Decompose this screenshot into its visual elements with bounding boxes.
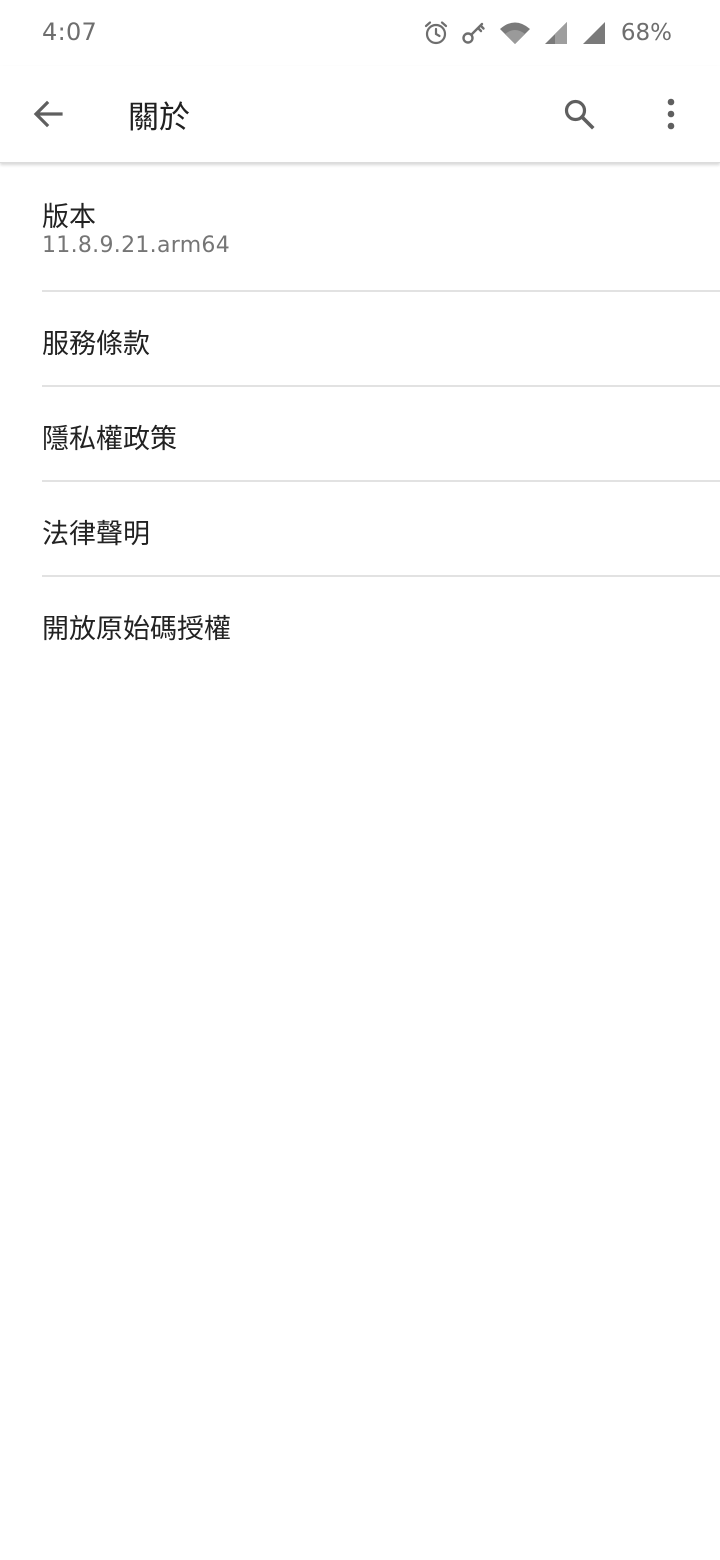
back-button[interactable] — [18, 84, 78, 144]
search-icon — [564, 99, 595, 130]
list-item-version[interactable]: 版本 11.8.9.21.arm64 — [42, 163, 720, 292]
list-item-legal-notices[interactable]: 法律聲明 — [42, 482, 720, 577]
list-item-open-source-licenses[interactable]: 開放原始碼授權 — [42, 577, 720, 672]
more-options-button[interactable] — [641, 84, 701, 144]
page-title: 關於 — [128, 100, 190, 136]
item-title: 開放原始碼授權 — [42, 614, 231, 645]
screen: 4:07 68% 關於 版本 11.8.9.21.arm64 服務條款 隱私權政… — [0, 0, 720, 1560]
status-bar: 4:07 68% — [0, 0, 720, 66]
alarm-icon — [423, 20, 449, 46]
back-arrow-icon — [33, 100, 63, 128]
about-list: 版本 11.8.9.21.arm64 服務條款 隱私權政策 法律聲明 開放原始碼… — [0, 163, 720, 672]
list-item-privacy-policy[interactable]: 隱私權政策 — [42, 387, 720, 482]
status-icons: 68% — [411, 17, 672, 49]
vpn-key-icon — [461, 20, 487, 46]
item-title: 版本 — [42, 202, 96, 233]
battery-percentage: 68% — [620, 20, 672, 46]
cell-signal-icon — [581, 20, 607, 46]
item-title: 隱私權政策 — [42, 424, 177, 455]
cell-signal-icon — [543, 20, 569, 46]
status-time: 4:07 — [42, 18, 98, 46]
item-title: 服務條款 — [42, 329, 150, 360]
item-title: 法律聲明 — [42, 519, 150, 550]
app-bar: 關於 — [0, 66, 720, 163]
item-summary: 11.8.9.21.arm64 — [42, 233, 231, 258]
wifi-icon — [499, 20, 531, 46]
more-vert-icon — [667, 98, 675, 130]
list-item-terms-of-service[interactable]: 服務條款 — [42, 292, 720, 387]
search-button[interactable] — [549, 84, 609, 144]
